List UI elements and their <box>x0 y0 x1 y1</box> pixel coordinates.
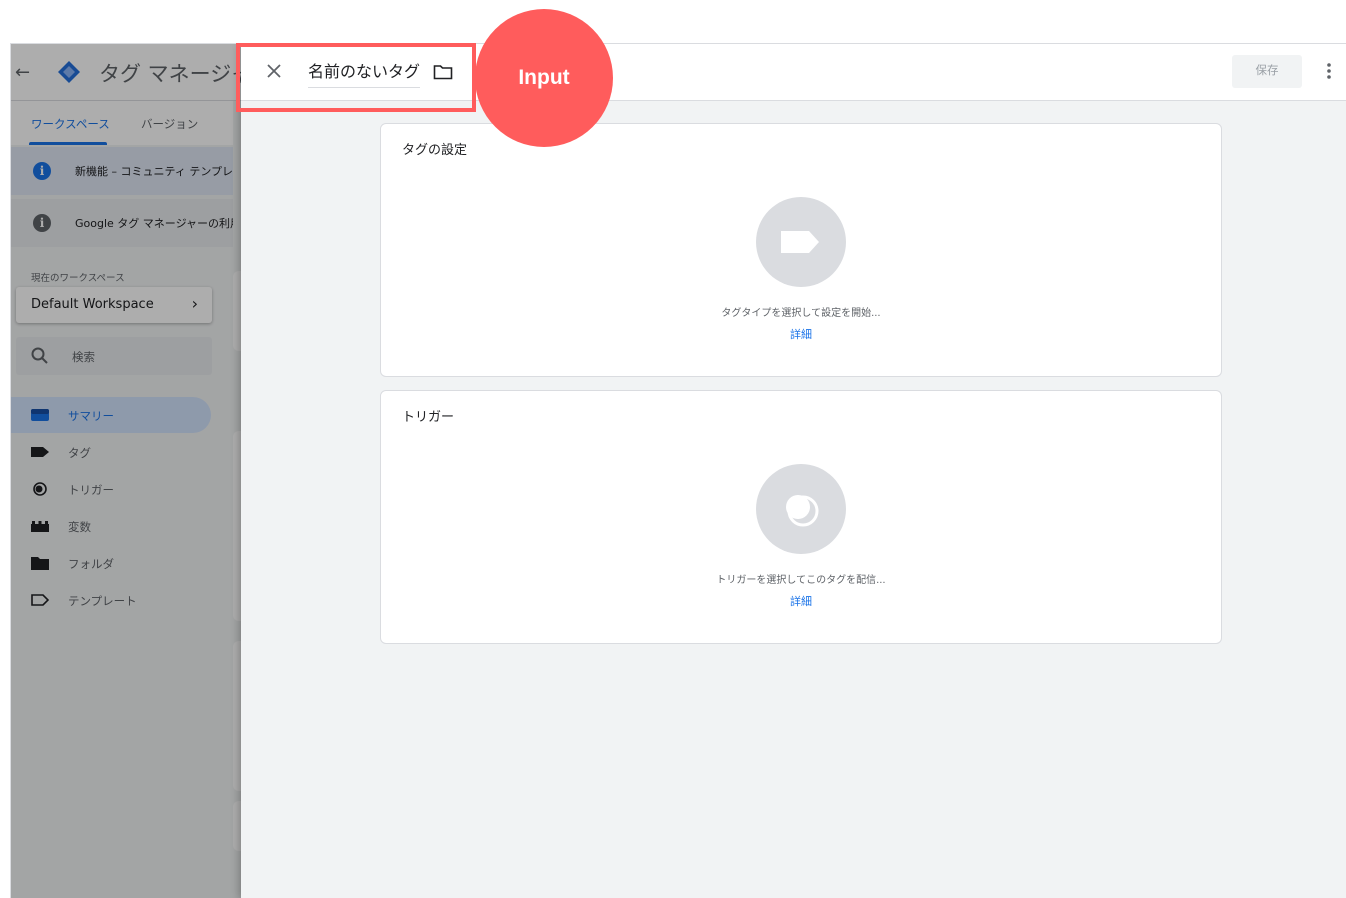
app-window: ← タグ マネージャー ワークスペース バージョン i 新機能 – コミュニティ… <box>10 43 1346 898</box>
card-title: トリガー <box>402 410 455 425</box>
save-button[interactable]: 保存 <box>1232 55 1302 88</box>
card-title: タグの設定 <box>402 143 468 158</box>
tag-editor-sheet: 名前のないタグ 保存 タグの設定 タグタイプを選択して設定を開始... 詳細 ト… <box>241 44 1346 898</box>
trigger-icon <box>786 495 819 527</box>
tag-type-placeholder[interactable] <box>756 197 846 287</box>
learn-more-link[interactable]: 詳細 <box>381 593 1221 609</box>
card-hint: トリガーを選択してこのタグを配信... <box>716 575 886 586</box>
tag-configuration-card[interactable]: タグの設定 タグタイプを選択して設定を開始... 詳細 <box>380 123 1222 377</box>
trigger-placeholder[interactable] <box>756 464 846 554</box>
card-hint: タグタイプを選択して設定を開始... <box>721 308 881 319</box>
annotation-badge: Input <box>475 9 613 147</box>
triggering-card[interactable]: トリガー トリガーを選択してこのタグを配信... 詳細 <box>380 390 1222 644</box>
tag-icon <box>781 231 819 253</box>
learn-more-link[interactable]: 詳細 <box>381 326 1221 342</box>
more-vert-icon[interactable] <box>1321 60 1337 82</box>
annotation-highlight-box <box>236 43 476 112</box>
